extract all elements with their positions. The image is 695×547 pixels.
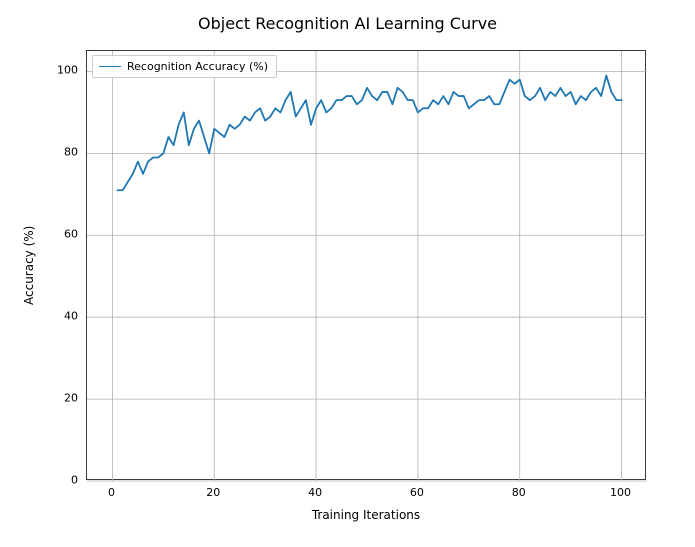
chart-axes <box>86 50 646 480</box>
y-tick-label: 60 <box>64 228 78 241</box>
y-tick-label: 80 <box>64 146 78 159</box>
x-tick-label: 20 <box>206 486 220 499</box>
x-tick-label: 60 <box>410 486 424 499</box>
y-axis-label: Accuracy (%) <box>22 50 36 480</box>
legend: Recognition Accuracy (%) <box>92 55 277 78</box>
y-tick-label: 100 <box>57 64 78 77</box>
legend-swatch-icon <box>99 66 121 67</box>
plot-area <box>87 51 645 479</box>
x-axis-label: Training Iterations <box>86 508 646 522</box>
x-tick-label: 0 <box>108 486 115 499</box>
x-tick-label: 80 <box>512 486 526 499</box>
legend-label: Recognition Accuracy (%) <box>127 60 268 73</box>
y-tick-label: 40 <box>64 310 78 323</box>
x-tick-label: 100 <box>610 486 631 499</box>
y-tick-label: 20 <box>64 392 78 405</box>
grid-group <box>87 51 647 481</box>
series-line-recognition-accuracy <box>118 76 622 191</box>
chart-figure: Object Recognition AI Learning Curve Tra… <box>0 0 695 547</box>
chart-title: Object Recognition AI Learning Curve <box>0 14 695 33</box>
y-tick-label: 0 <box>71 474 78 487</box>
x-tick-label: 40 <box>308 486 322 499</box>
